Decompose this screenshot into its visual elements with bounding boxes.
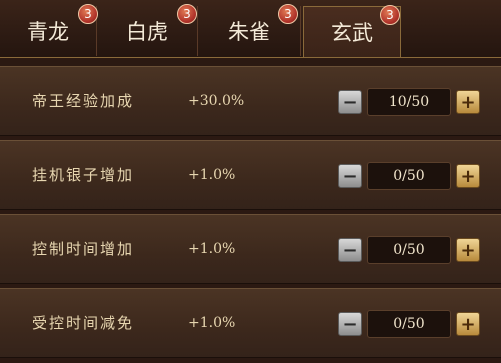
count-badge: 3 <box>380 5 400 25</box>
tab-xuanwu[interactable]: 玄武 3 <box>303 5 401 57</box>
tab-label: 玄武 <box>331 21 373 45</box>
faction-tab-bar: 青龙 3 白虎 3 朱雀 3 玄武 3 <box>0 0 501 58</box>
level-counter: 10/50 <box>367 88 451 116</box>
count-badge: 3 <box>78 4 98 24</box>
count-badge: 3 <box>177 4 197 24</box>
attribute-name: 挂机银子增加 <box>32 166 135 184</box>
attribute-row: 受控时间减免 +1.0% − 0/50 + <box>0 288 501 358</box>
attribute-row: 挂机银子增加 +1.0% − 0/50 + <box>0 140 501 210</box>
attribute-name: 帝王经验加成 <box>32 92 135 110</box>
tab-zhuque[interactable]: 朱雀 3 <box>198 4 301 56</box>
attribute-name: 受控时间减免 <box>32 314 135 332</box>
attribute-row: 帝王经验加成 +30.0% − 10/50 + <box>0 66 501 136</box>
attribute-row: 控制时间增加 +1.0% − 0/50 + <box>0 214 501 284</box>
tab-label: 青龙 <box>27 20 69 44</box>
tab-baihu[interactable]: 白虎 3 <box>97 4 198 56</box>
decrease-button[interactable]: − <box>338 164 362 188</box>
attribute-value: +1.0% <box>188 167 236 183</box>
level-counter: 0/50 <box>367 162 451 190</box>
increase-button[interactable]: + <box>456 312 480 336</box>
count-badge: 3 <box>278 4 298 24</box>
level-counter: 0/50 <box>367 310 451 338</box>
attribute-value: +1.0% <box>188 241 236 257</box>
tab-label: 白虎 <box>126 20 168 44</box>
level-counter: 0/50 <box>367 236 451 264</box>
decrease-button[interactable]: − <box>338 90 362 114</box>
attribute-list: 帝王经验加成 +30.0% − 10/50 + 挂机银子增加 +1.0% − 0… <box>0 58 501 363</box>
tab-qinglong[interactable]: 青龙 3 <box>0 4 98 56</box>
tab-label: 朱雀 <box>228 20 270 44</box>
attribute-value: +1.0% <box>188 315 236 331</box>
increase-button[interactable]: + <box>456 238 480 262</box>
decrease-button[interactable]: − <box>338 312 362 336</box>
attribute-name: 控制时间增加 <box>32 240 135 258</box>
increase-button[interactable]: + <box>456 164 480 188</box>
attribute-value: +30.0% <box>188 93 245 109</box>
increase-button[interactable]: + <box>456 90 480 114</box>
decrease-button[interactable]: − <box>338 238 362 262</box>
